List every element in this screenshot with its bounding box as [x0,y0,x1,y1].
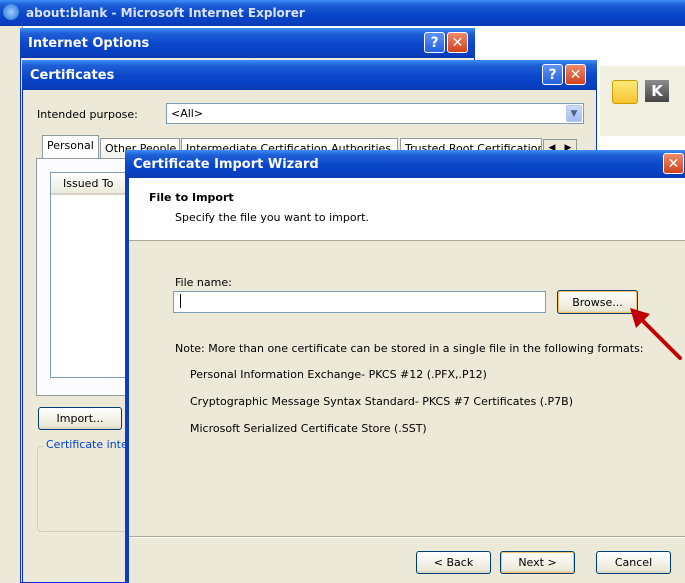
wizard-close-button[interactable]: ✕ [663,153,684,174]
certificates-help-button[interactable]: ? [542,64,563,85]
wizard-subheading: Specify the file you want to import. [175,211,369,224]
cert-intended-group [37,446,137,532]
wizard-heading: File to Import [149,191,234,204]
wizard-header [129,178,685,241]
annotation-arrow-icon [630,308,682,360]
dropdown-arrow-icon[interactable]: ▼ [566,105,582,122]
format-p7b: Cryptographic Message Syntax Standard- P… [190,395,574,408]
internet-options-titlebar: Internet Options [20,28,475,58]
ie-logo-icon [3,4,19,20]
import-button[interactable]: Import... [38,407,122,430]
cancel-button[interactable]: Cancel [596,551,671,574]
tab-personal[interactable]: Personal [42,135,99,159]
next-button[interactable]: Next > [500,551,575,574]
wizard-button-divider [129,536,685,538]
file-name-label: File name: [175,276,232,289]
certificates-titlebar: Certificates [22,60,597,90]
intended-purpose-select[interactable]: <All> ▼ [166,103,584,124]
ie-titlebar: about:blank - Microsoft Internet Explore… [0,0,685,26]
ie-title: about:blank - Microsoft Internet Explore… [26,6,305,20]
back-button[interactable]: < Back [416,551,491,574]
format-sst: Microsoft Serialized Certificate Store (… [190,422,427,435]
intended-purpose-label: Intended purpose: [37,108,138,121]
folder-icon[interactable] [612,80,638,104]
file-name-input[interactable] [173,291,546,313]
certificates-title: Certificates [30,67,115,83]
internet-options-close-button[interactable]: ✕ [447,32,468,53]
certificates-close-button[interactable]: ✕ [565,64,586,85]
internet-options-title: Internet Options [28,35,150,51]
column-issued-to-label: Issued To [63,177,114,190]
k-icon[interactable]: K [645,80,669,102]
format-pfx: Personal Information Exchange- PKCS #12 … [190,368,487,381]
intended-purpose-value: <All> [171,107,204,120]
cert-intended-text: Certificate intended purposes [46,438,130,451]
wizard-title: Certificate Import Wizard [133,156,319,172]
internet-options-help-button[interactable]: ? [424,32,445,53]
cert-intended-label: Certificate intended purposes [44,438,130,451]
text-cursor [180,294,181,308]
formats-note: Note: More than one certificate can be s… [175,342,644,355]
wizard-titlebar: Certificate Import Wizard [125,150,685,178]
